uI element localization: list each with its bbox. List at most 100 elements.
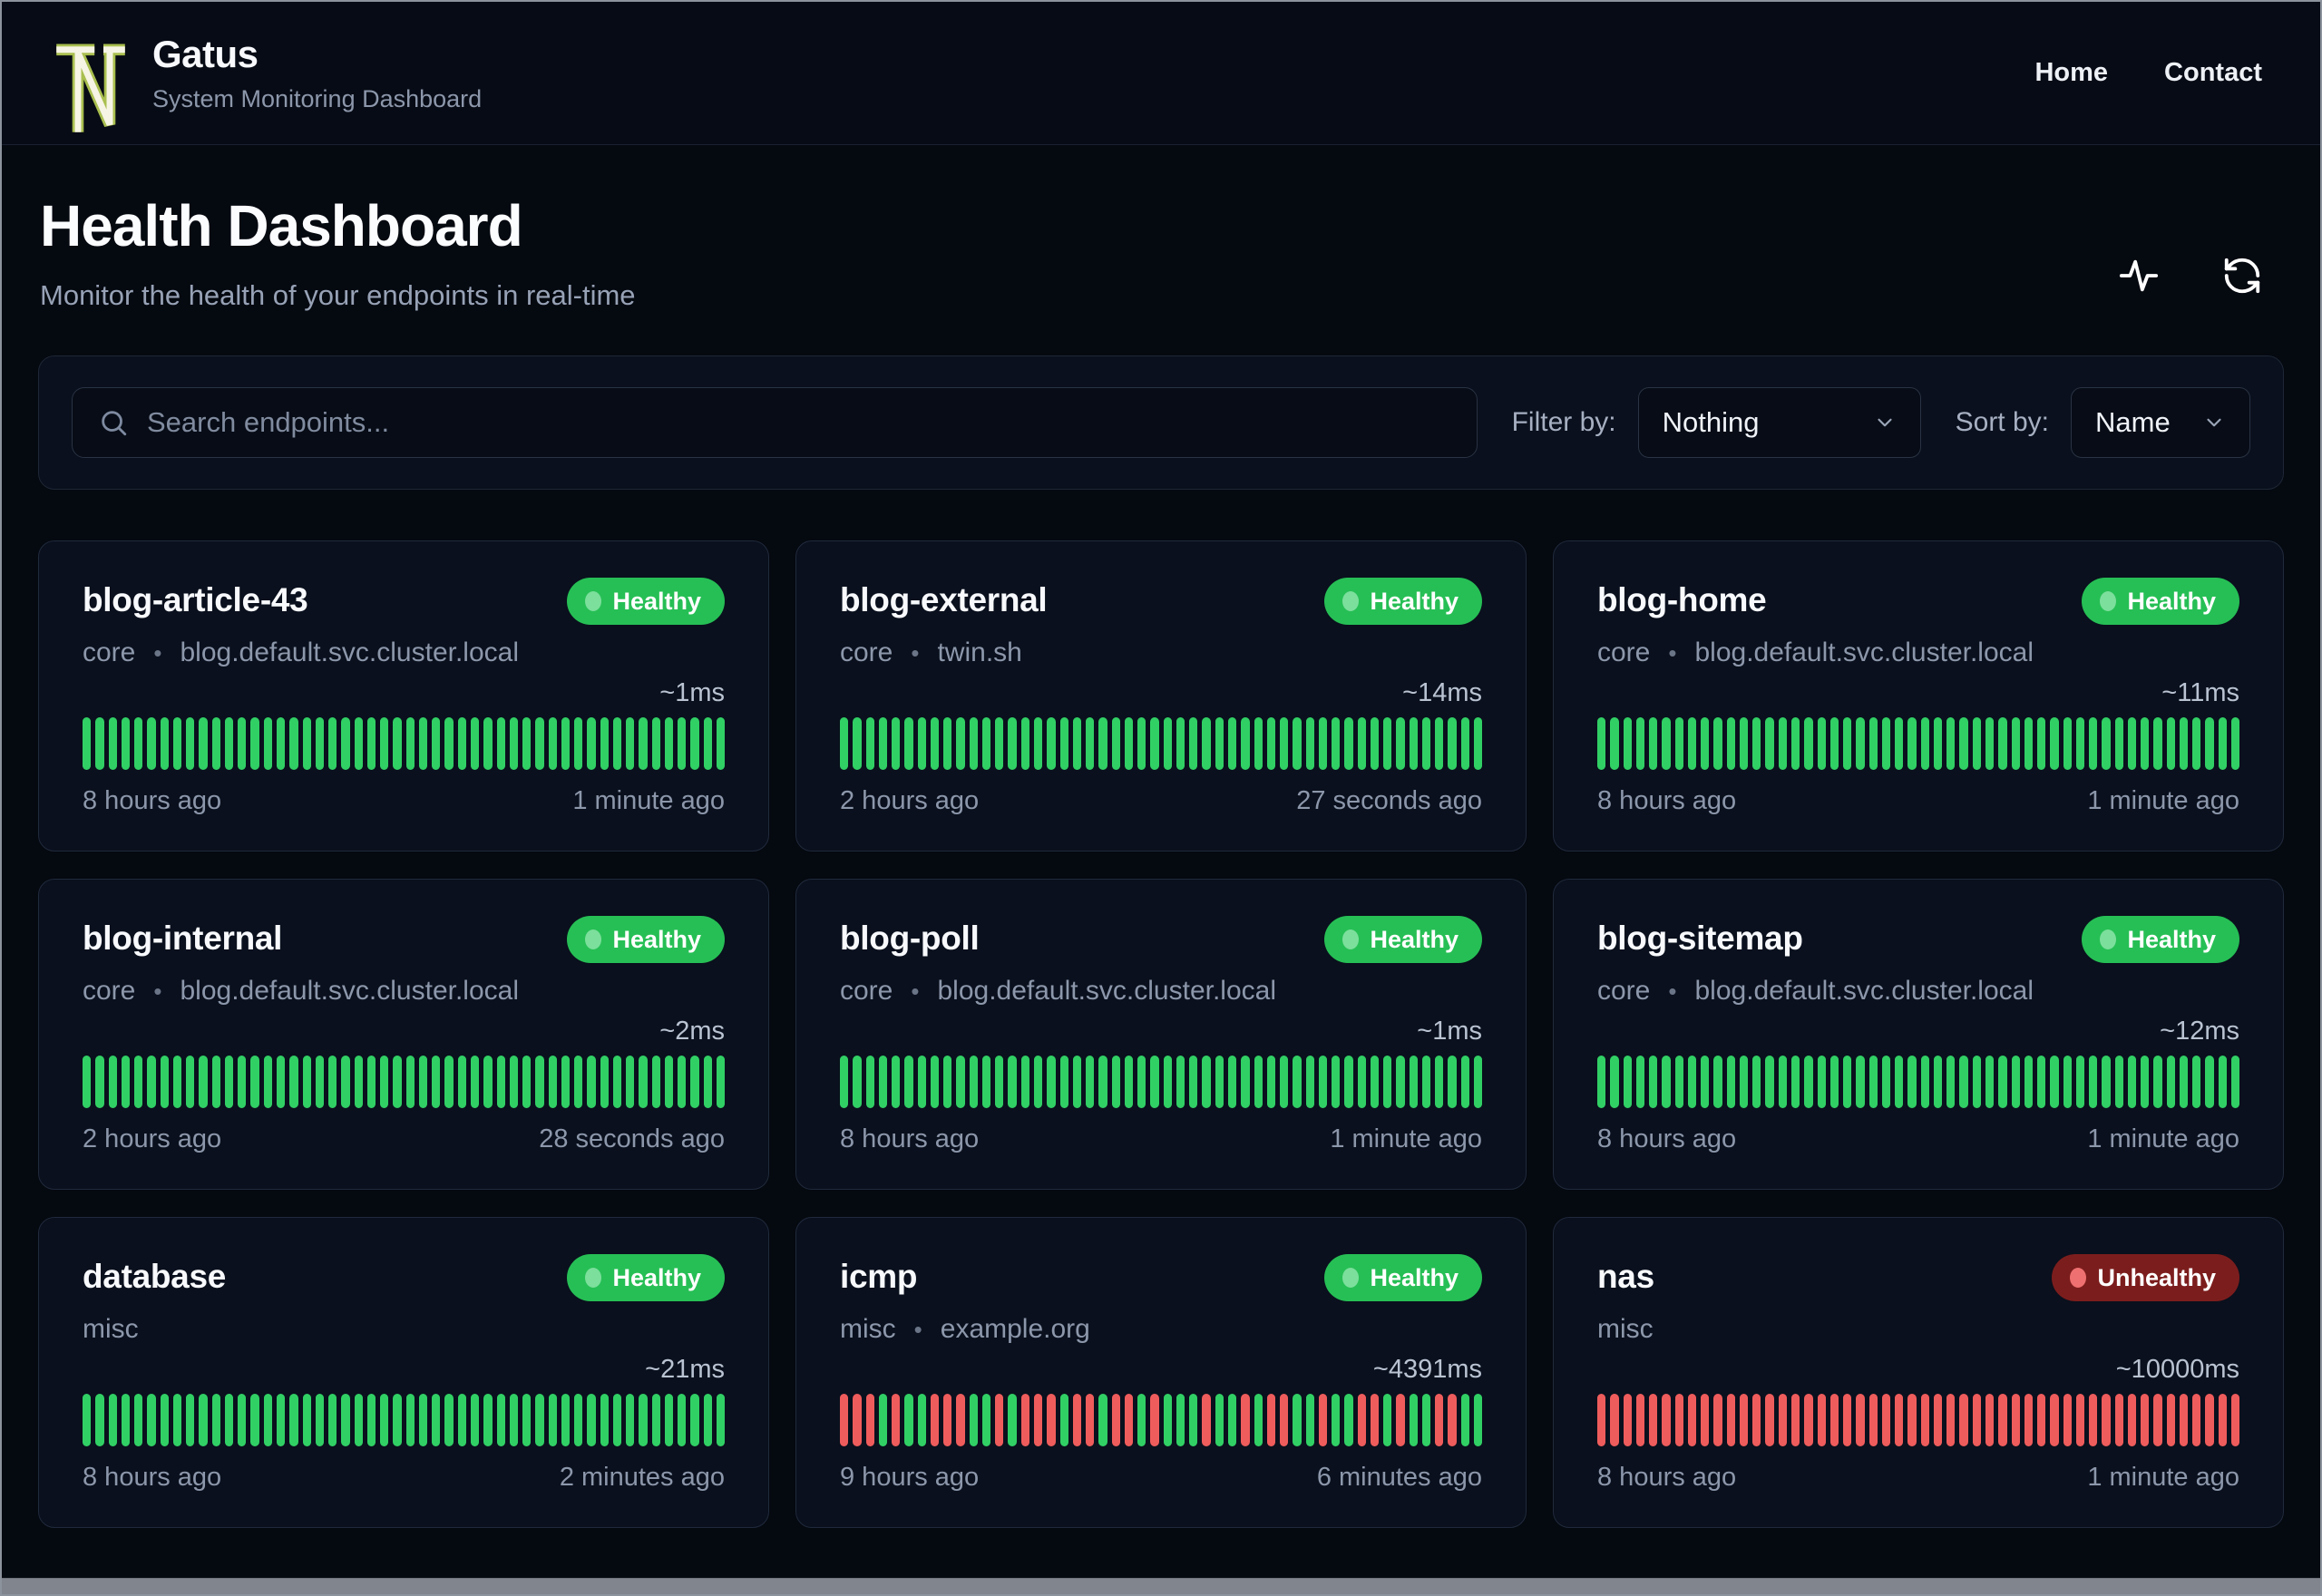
uptime-bar-failure[interactable]	[2037, 1394, 2046, 1446]
uptime-bar-failure[interactable]	[2089, 1394, 2098, 1446]
uptime-bar-success[interactable]	[2114, 1056, 2123, 1108]
uptime-bar-success[interactable]	[328, 1394, 337, 1446]
uptime-bar-success[interactable]	[147, 1394, 156, 1446]
uptime-bar-success[interactable]	[1946, 717, 1956, 770]
uptime-bar-success[interactable]	[969, 717, 978, 770]
uptime-bar-failure[interactable]	[1435, 1394, 1444, 1446]
uptime-bar-failure[interactable]	[1124, 1394, 1134, 1446]
uptime-bar-failure[interactable]	[2102, 1394, 2111, 1446]
uptime-bar-success[interactable]	[1610, 717, 1619, 770]
uptime-bar-success[interactable]	[1421, 1056, 1431, 1108]
uptime-bar-success[interactable]	[1124, 1056, 1134, 1108]
uptime-bar-failure[interactable]	[1868, 1394, 1878, 1446]
uptime-bar-success[interactable]	[1998, 717, 2007, 770]
uptime-bar-failure[interactable]	[1020, 1394, 1029, 1446]
uptime-bar-success[interactable]	[224, 1056, 234, 1108]
uptime-bar-success[interactable]	[1829, 717, 1839, 770]
uptime-bar-success[interactable]	[1701, 717, 1710, 770]
uptime-bar-success[interactable]	[1008, 1394, 1017, 1446]
uptime-bar-success[interactable]	[1241, 1056, 1250, 1108]
uptime-bar-success[interactable]	[418, 1056, 428, 1108]
uptime-bar-success[interactable]	[2011, 717, 2020, 770]
uptime-bar-success[interactable]	[83, 717, 92, 770]
uptime-bar-failure[interactable]	[1829, 1394, 1839, 1446]
uptime-bar-success[interactable]	[380, 717, 389, 770]
uptime-bar-success[interactable]	[1726, 1056, 1735, 1108]
uptime-bar-success[interactable]	[121, 1056, 131, 1108]
uptime-bar-success[interactable]	[444, 1394, 454, 1446]
uptime-bar-failure[interactable]	[2127, 1394, 2137, 1446]
uptime-bar-failure[interactable]	[1635, 1394, 1645, 1446]
uptime-bar-success[interactable]	[2127, 717, 2137, 770]
search-box[interactable]	[72, 387, 1478, 458]
uptime-bar-success[interactable]	[1713, 717, 1722, 770]
uptime-bar-success[interactable]	[354, 1056, 363, 1108]
uptime-bar-success[interactable]	[2179, 717, 2189, 770]
uptime-bar-success[interactable]	[574, 1394, 583, 1446]
uptime-bar-success[interactable]	[341, 717, 350, 770]
uptime-bar-success[interactable]	[2063, 1056, 2072, 1108]
endpoint-card[interactable]: database Healthy misc ~21ms 8 hours ago …	[38, 1217, 769, 1528]
uptime-bar-success[interactable]	[917, 1056, 926, 1108]
uptime-bar-success[interactable]	[1383, 1394, 1392, 1446]
uptime-bar-success[interactable]	[95, 717, 104, 770]
uptime-bar-success[interactable]	[432, 1056, 441, 1108]
uptime-bar-success[interactable]	[121, 1394, 131, 1446]
uptime-bar-success[interactable]	[1086, 717, 1095, 770]
uptime-bar-failure[interactable]	[853, 1394, 862, 1446]
uptime-bar-success[interactable]	[878, 1394, 888, 1446]
uptime-bar-success[interactable]	[574, 717, 583, 770]
uptime-bar-success[interactable]	[1868, 1056, 1878, 1108]
uptime-bar-failure[interactable]	[1033, 1394, 1043, 1446]
uptime-bar-success[interactable]	[1280, 1056, 1289, 1108]
uptime-bar-success[interactable]	[1687, 1056, 1697, 1108]
uptime-bar-success[interactable]	[1176, 717, 1185, 770]
uptime-bar-failure[interactable]	[1597, 1394, 1606, 1446]
uptime-bar-success[interactable]	[612, 1394, 622, 1446]
uptime-bar-success[interactable]	[2205, 717, 2214, 770]
uptime-bar-success[interactable]	[1305, 1394, 1314, 1446]
uptime-bar-success[interactable]	[969, 1394, 978, 1446]
uptime-bar-success[interactable]	[108, 717, 117, 770]
uptime-bar-success[interactable]	[2024, 717, 2034, 770]
uptime-bar-success[interactable]	[147, 717, 156, 770]
uptime-bar-success[interactable]	[1474, 717, 1483, 770]
uptime-bar-success[interactable]	[2063, 717, 2072, 770]
uptime-bar-failure[interactable]	[1357, 1394, 1366, 1446]
uptime-bar-success[interactable]	[276, 1394, 286, 1446]
uptime-bar-success[interactable]	[1409, 1394, 1418, 1446]
uptime-bar-success[interactable]	[1318, 717, 1328, 770]
uptime-bars[interactable]	[1597, 717, 2240, 770]
uptime-bar-success[interactable]	[1713, 1056, 1722, 1108]
uptime-bar-success[interactable]	[354, 717, 363, 770]
uptime-bar-failure[interactable]	[2050, 1394, 2059, 1446]
uptime-bar-success[interactable]	[2179, 1056, 2189, 1108]
uptime-bar-success[interactable]	[418, 717, 428, 770]
uptime-bar-success[interactable]	[95, 1056, 104, 1108]
uptime-bar-success[interactable]	[892, 1056, 901, 1108]
uptime-bar-success[interactable]	[1895, 717, 1904, 770]
uptime-bar-success[interactable]	[878, 1056, 888, 1108]
uptime-bar-success[interactable]	[535, 1394, 544, 1446]
uptime-bar-success[interactable]	[840, 717, 849, 770]
uptime-bar-success[interactable]	[1739, 1056, 1749, 1108]
uptime-bar-success[interactable]	[1790, 717, 1800, 770]
uptime-bar-success[interactable]	[995, 717, 1004, 770]
uptime-bar-success[interactable]	[865, 717, 874, 770]
uptime-bar-success[interactable]	[1907, 717, 1917, 770]
uptime-bar-success[interactable]	[1460, 1394, 1470, 1446]
uptime-bar-success[interactable]	[366, 1394, 376, 1446]
uptime-bar-success[interactable]	[522, 1056, 532, 1108]
uptime-bar-success[interactable]	[2231, 717, 2240, 770]
uptime-bar-success[interactable]	[1959, 717, 1968, 770]
uptime-bar-success[interactable]	[1623, 717, 1632, 770]
uptime-bar-failure[interactable]	[1623, 1394, 1632, 1446]
uptime-bar-success[interactable]	[1137, 1394, 1146, 1446]
uptime-bar-failure[interactable]	[943, 1394, 952, 1446]
uptime-bar-success[interactable]	[1150, 1056, 1159, 1108]
uptime-bar-success[interactable]	[1662, 717, 1671, 770]
uptime-bar-success[interactable]	[341, 1394, 350, 1446]
uptime-bar-failure[interactable]	[1959, 1394, 1968, 1446]
uptime-bar-success[interactable]	[1817, 1056, 1826, 1108]
uptime-bar-success[interactable]	[1610, 1056, 1619, 1108]
